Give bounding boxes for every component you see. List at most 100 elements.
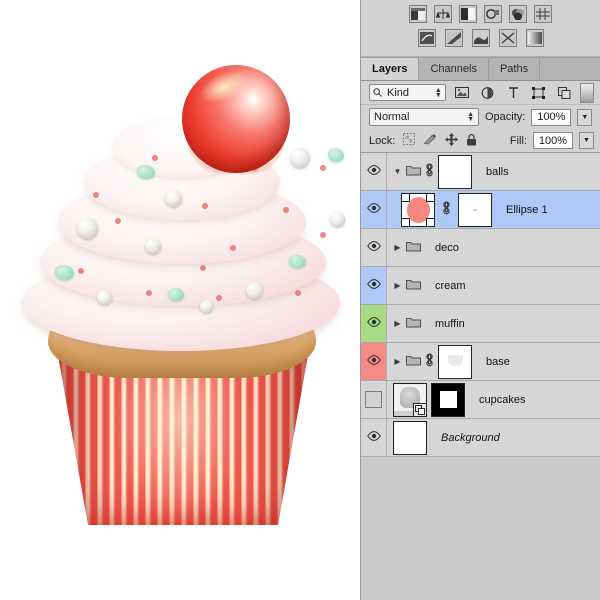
opacity-value[interactable]: 100% xyxy=(531,109,571,126)
color-balance-icon[interactable] xyxy=(418,29,436,47)
layer-visibility-icon[interactable] xyxy=(367,241,381,254)
layer-thumbnail[interactable] xyxy=(438,345,472,379)
layer-row[interactable]: Background xyxy=(361,419,600,457)
chevron-updown-icon: ▲ ▼ xyxy=(467,112,474,122)
layer-row[interactable]: ▶ cream xyxy=(361,267,600,305)
filter-type-icon[interactable] xyxy=(503,84,523,102)
vibrance-icon[interactable] xyxy=(509,5,527,23)
vector-mask-thumbnail[interactable] xyxy=(458,193,492,227)
filter-shape-icon[interactable] xyxy=(529,84,549,102)
layer-name[interactable]: Background xyxy=(441,432,500,444)
layer-visibility-icon[interactable] xyxy=(367,279,381,292)
layer-visibility-cell[interactable] xyxy=(361,381,387,418)
filter-enable-toggle[interactable] xyxy=(580,83,594,103)
filter-smart-object-icon[interactable] xyxy=(555,84,575,102)
layer-row[interactable]: cupcakes xyxy=(361,381,600,419)
layer-name[interactable]: deco xyxy=(435,242,459,254)
opacity-slider-toggle[interactable]: ▼ xyxy=(577,109,592,126)
sprinkle-dot xyxy=(93,192,99,198)
curves-icon[interactable] xyxy=(459,5,477,23)
layer-link-icon[interactable] xyxy=(425,163,434,180)
sprinkle-dot xyxy=(283,207,289,213)
layer-row-body[interactable]: ▶ muffin xyxy=(387,305,600,342)
layer-row-body[interactable]: Background xyxy=(387,419,600,456)
lock-transparent-pixels-icon[interactable] xyxy=(403,133,415,148)
hue-saturation-icon[interactable] xyxy=(534,5,552,23)
layer-row-body[interactable]: ▶ cream xyxy=(387,267,600,304)
brightness-contrast-icon[interactable] xyxy=(409,5,427,23)
layer-name[interactable]: cream xyxy=(435,280,466,292)
layer-name[interactable]: balls xyxy=(486,166,509,178)
layer-thumbnail[interactable] xyxy=(401,193,435,227)
layer-name[interactable]: cupcakes xyxy=(479,394,525,406)
layer-visibility-cell[interactable] xyxy=(361,267,387,304)
layer-row-body[interactable]: cupcakes xyxy=(387,381,600,418)
layer-link-icon[interactable] xyxy=(425,353,434,370)
lock-image-pixels-icon[interactable] xyxy=(423,133,437,148)
layer-visibility-cell[interactable] xyxy=(361,419,387,456)
tab-layers[interactable]: Layers xyxy=(361,58,419,80)
layer-row[interactable]: ▶ deco xyxy=(361,229,600,267)
folder-icon xyxy=(406,164,421,179)
layer-link-icon[interactable] xyxy=(442,201,451,218)
layer-visibility-cell[interactable] xyxy=(361,229,387,266)
layer-thumbnail[interactable] xyxy=(438,155,472,189)
layer-row[interactable]: ▶ muffin xyxy=(361,305,600,343)
photo-filter-icon[interactable] xyxy=(472,29,490,47)
group-disclosure-triangle[interactable]: ▼ xyxy=(393,167,402,176)
layer-visibility-cell[interactable] xyxy=(361,153,387,190)
layer-visibility-icon[interactable] xyxy=(367,165,381,178)
black-white-icon[interactable] xyxy=(445,29,463,47)
layer-name[interactable]: Ellipse 1 xyxy=(506,204,548,216)
layer-list: ▼ balls Ellipse 1 ▶ deco ▶ cream ▶ muffin ▶ base cu… xyxy=(361,153,600,457)
layer-visibility-cell[interactable] xyxy=(361,305,387,342)
layer-visibility-off-icon[interactable] xyxy=(365,391,382,408)
layer-row[interactable]: ▼ balls xyxy=(361,153,600,191)
layer-visibility-cell[interactable] xyxy=(361,191,387,228)
layer-name[interactable]: base xyxy=(486,356,510,368)
group-disclosure-triangle[interactable]: ▶ xyxy=(393,243,402,252)
layer-visibility-cell[interactable] xyxy=(361,343,387,380)
layers-panel: Layers Channels Paths Kind ▲▼ xyxy=(360,0,600,600)
layer-name[interactable]: muffin xyxy=(435,318,465,330)
layer-row-body[interactable]: ▶ deco xyxy=(387,229,600,266)
fill-value[interactable]: 100% xyxy=(533,132,573,149)
channel-mixer-icon[interactable] xyxy=(499,29,517,47)
filter-kind-dropdown[interactable]: Kind ▲▼ xyxy=(369,84,446,101)
layer-row-body[interactable]: ▶ base xyxy=(387,343,600,380)
gradient-map-icon[interactable] xyxy=(526,29,544,47)
levels-icon[interactable] xyxy=(434,5,452,23)
lock-label: Lock: xyxy=(369,135,395,147)
layer-row-body[interactable]: ▼ balls xyxy=(387,153,600,190)
exposure-icon[interactable] xyxy=(484,5,502,23)
sprinkle-dot xyxy=(320,165,326,171)
folder-icon xyxy=(406,240,421,255)
group-disclosure-triangle[interactable]: ▶ xyxy=(393,319,402,328)
layer-visibility-icon[interactable] xyxy=(367,203,381,216)
blend-mode-row: Normal ▲▼ Opacity: 100% ▼ xyxy=(361,105,600,129)
lock-position-icon[interactable] xyxy=(445,133,458,149)
layer-thumbnail[interactable] xyxy=(393,421,427,455)
smart-object-thumbnail[interactable] xyxy=(393,383,427,417)
document-canvas[interactable] xyxy=(0,0,360,600)
pearl-bead xyxy=(145,238,161,254)
layer-row[interactable]: Ellipse 1 xyxy=(361,191,600,229)
layer-visibility-icon[interactable] xyxy=(367,317,381,330)
pearl-bead xyxy=(330,212,345,227)
layer-row-body[interactable]: Ellipse 1 xyxy=(387,191,600,228)
blend-mode-dropdown[interactable]: Normal ▲▼ xyxy=(369,108,479,126)
group-disclosure-triangle[interactable]: ▶ xyxy=(393,357,402,366)
layer-row[interactable]: ▶ base xyxy=(361,343,600,381)
group-disclosure-triangle[interactable]: ▶ xyxy=(393,281,402,290)
folder-icon xyxy=(406,354,421,369)
filter-pixel-icon[interactable] xyxy=(452,84,472,102)
layer-visibility-icon[interactable] xyxy=(367,355,381,368)
filter-adjustment-icon[interactable] xyxy=(478,84,498,102)
fill-slider-toggle[interactable]: ▼ xyxy=(579,132,594,149)
lock-all-icon[interactable] xyxy=(466,133,477,149)
layer-mask-thumbnail[interactable] xyxy=(431,383,465,417)
sprinkle-dot xyxy=(216,295,222,301)
layer-visibility-icon[interactable] xyxy=(367,431,381,444)
tab-paths[interactable]: Paths xyxy=(489,58,540,80)
tab-channels[interactable]: Channels xyxy=(419,58,488,80)
